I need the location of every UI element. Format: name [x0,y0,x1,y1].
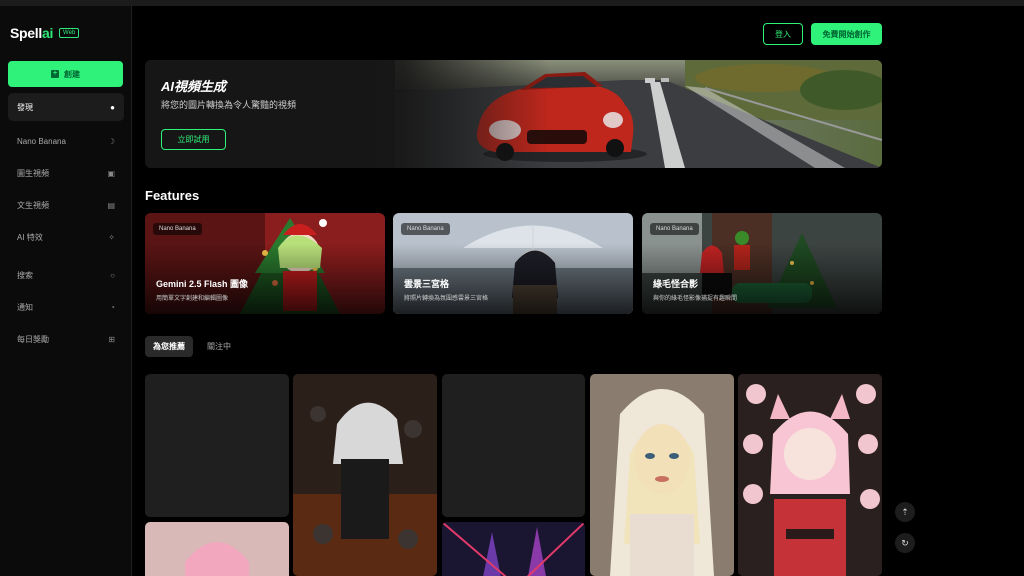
feature-card-gemini[interactable]: Nano Banana Gemini 2.5 Flash 圖像 用簡單文字創建和… [145,213,385,314]
search-icon: ○ [110,270,115,280]
scroll-to-top-button[interactable]: ⇡ [895,502,915,522]
feature-card-grinch[interactable]: Nano Banana 綠毛怪合影 與你的綠毛怪影像捕捉有趣瞬間 [642,213,882,314]
sparkle-icon: ✧ [108,232,115,242]
sidebar-item-label: 圖生視頻 [17,168,49,178]
gallery-image [145,522,289,576]
create-button-label: 創建 [64,69,80,79]
sidebar-item-search[interactable]: 搜索 ○ [8,259,124,291]
gallery-item[interactable] [442,522,585,576]
try-now-button[interactable]: 立即試用 [161,129,226,150]
card-subtitle: 將照片轉換為氛圍感雲景三宮格 [404,296,489,302]
card-title: 綠毛怪合影 [653,279,699,289]
refresh-icon: ↻ [901,537,909,548]
sidebar-item-label: 發現 [17,102,33,112]
window-top-strip [0,0,1024,6]
sidebar-item-label: 文生視頻 [17,200,49,210]
create-button[interactable]: + 創建 [8,61,123,87]
card-subtitle: 與你的綠毛怪影像捕捉有趣瞬間 [653,296,738,302]
sidebar-item-image-to-video[interactable]: 圖生視頻 ▣ [8,157,124,189]
banner-title: AI視頻生成 [161,79,227,94]
sidebar-item-label: 每日獎勵 [17,334,49,344]
gallery-item[interactable] [738,374,882,576]
plus-icon: + [51,70,59,78]
gallery-image [590,374,734,576]
gallery-item-placeholder[interactable] [442,374,585,517]
text-video-icon: ▤ [107,200,115,210]
logo[interactable]: Spellai Web [10,25,80,41]
gallery-item[interactable] [590,374,734,576]
arrow-up-icon: ⇡ [901,506,909,517]
gallery-item[interactable] [145,522,289,576]
gallery-grid [145,374,882,576]
sidebar-item-ai-effects[interactable]: AI 特效 ✧ [8,221,124,253]
card-tag: Nano Banana [650,223,699,235]
card-title: Gemini 2.5 Flash 圖像 [156,279,249,289]
sidebar: Spellai Web + 創建 發現 ● Nano Banana ☽ 圖生視頻… [0,6,132,576]
login-button[interactable]: 登入 [763,23,803,45]
card-tag: Nano Banana [153,223,202,235]
sidebar-item-label: Nano Banana [17,136,66,146]
features-heading: Features [145,188,200,203]
logo-text: Spellai [10,25,54,41]
banana-icon: ☽ [107,136,115,146]
start-creating-button[interactable]: 免費開始創作 [811,23,882,45]
gallery-item[interactable] [293,374,437,576]
compass-icon: ● [110,102,115,112]
image-video-icon: ▣ [107,168,115,178]
banner-car-image [145,60,882,168]
card-title: 雲景三宮格 [404,279,450,289]
sidebar-item-discover[interactable]: 發現 ● [8,93,124,121]
gift-icon: ⊞ [108,334,115,344]
sidebar-item-label: 通知 [17,302,33,312]
tab-following[interactable]: 關注中 [199,336,239,357]
logo-badge: Web [59,28,80,38]
card-subtitle: 用簡單文字創建和編輯圖像 [156,296,229,302]
sidebar-item-nano-banana[interactable]: Nano Banana ☽ [8,125,124,157]
bell-icon: ◔ [110,302,115,312]
gallery-image [293,374,437,576]
gallery-image [738,374,882,576]
sidebar-item-label: AI 特效 [17,232,43,242]
gallery-item-placeholder[interactable] [145,374,289,517]
card-tag: Nano Banana [401,223,450,235]
sidebar-item-label: 搜索 [17,270,33,280]
sidebar-item-text-to-video[interactable]: 文生視頻 ▤ [8,189,124,221]
feature-card-cloudscape[interactable]: Nano Banana 雲景三宮格 將照片轉換為氛圍感雲景三宮格 [393,213,633,314]
sidebar-nav: 發現 ● Nano Banana ☽ 圖生視頻 ▣ 文生視頻 ▤ AI 特效 ✧… [8,93,124,355]
hero-banner[interactable]: AI視頻生成 將您的圖片轉換為令人驚豔的視頻 立即試用 [145,60,882,168]
refresh-button[interactable]: ↻ [895,533,915,553]
banner-subtitle: 將您的圖片轉換為令人驚豔的視頻 [161,100,297,110]
tab-recommended[interactable]: 為您推薦 [145,336,193,357]
sidebar-item-notifications[interactable]: 通知 ◔ [8,291,124,323]
gallery-image [442,522,585,576]
sidebar-item-daily-reward[interactable]: 每日獎勵 ⊞ [8,323,124,355]
